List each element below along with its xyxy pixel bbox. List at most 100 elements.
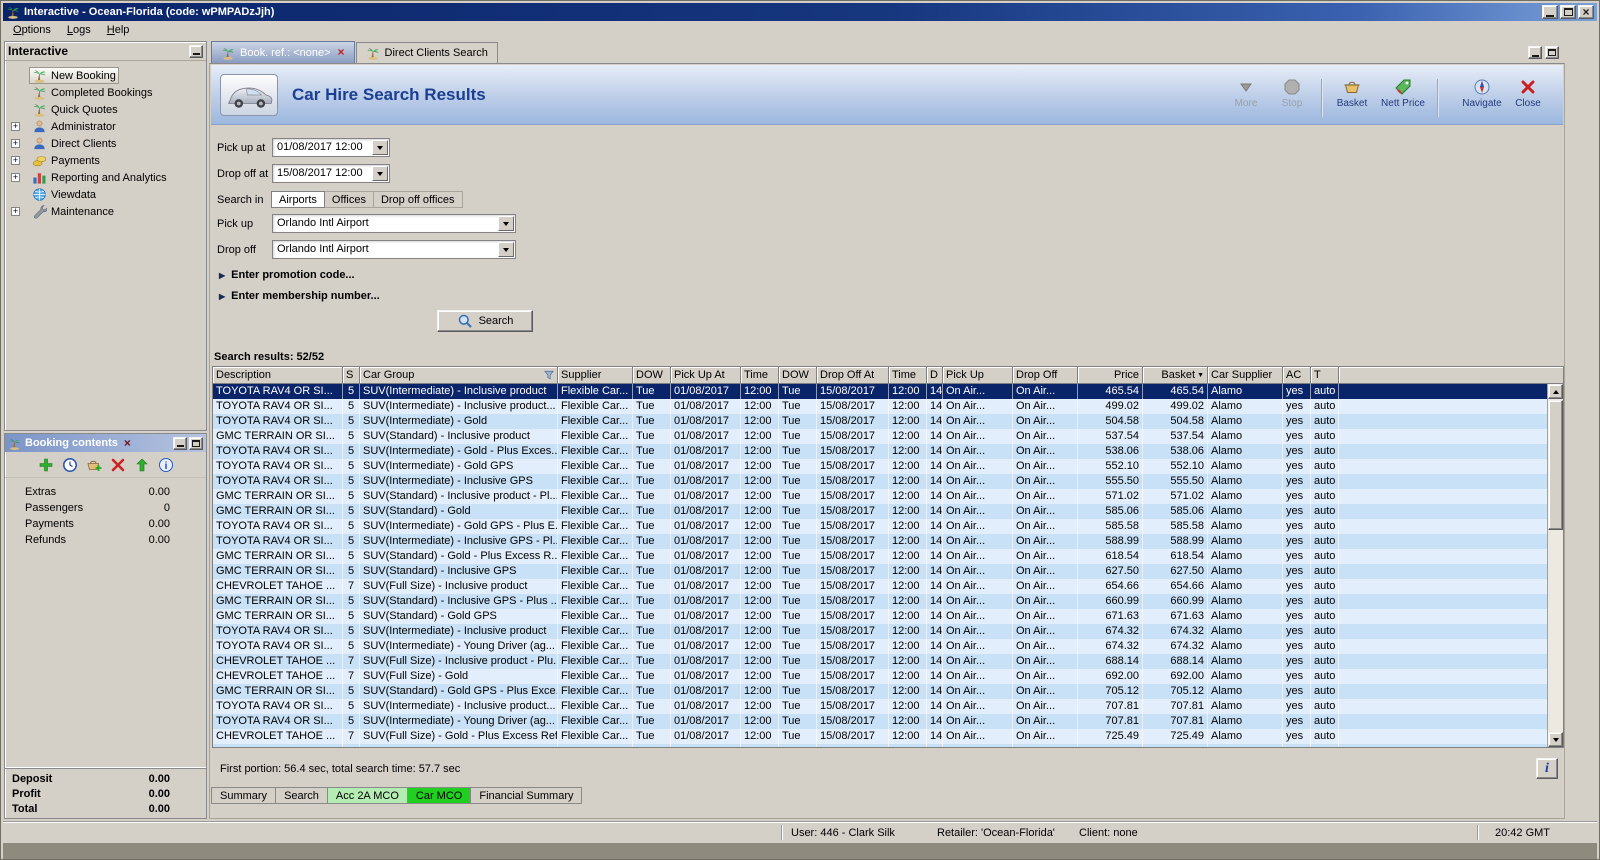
search-in-offices-tab[interactable]: Offices — [323, 191, 374, 208]
result-row-15[interactable]: GMC TERRAIN OR SI... 5 SUV(Standard) - Inc… — [213, 594, 1547, 609]
column-header-dow-7[interactable]: DOW — [779, 367, 817, 384]
move-up-button[interactable] — [134, 457, 150, 473]
pickup-at-combo[interactable]: 01/08/2017 12:00 — [272, 138, 390, 157]
result-row-8[interactable]: GMC TERRAIN OR SI... 5 SUV(Standard) - Inc… — [213, 489, 1547, 504]
booking-contents-header[interactable]: Booking contents × — [5, 434, 206, 452]
expand-icon[interactable]: + — [11, 139, 20, 148]
result-row-7[interactable]: TOYOTA RAV4 OR SI... 5 SUV(Intermediate) -… — [213, 474, 1547, 489]
column-header-drop-off-12[interactable]: Drop Off — [1013, 367, 1078, 384]
sidebar-item-completed-bookings[interactable]: Completed Bookings — [5, 84, 206, 101]
sidebar-item-viewdata[interactable]: Viewdata — [5, 186, 206, 203]
column-header-t-17[interactable]: T — [1311, 367, 1339, 384]
stop-button[interactable]: Stop — [1269, 78, 1315, 109]
sidebar-item-direct-clients[interactable]: + Direct Clients — [5, 135, 206, 152]
sidebar-item-payments[interactable]: + Payments — [5, 152, 206, 169]
column-header-time-9[interactable]: Time — [889, 367, 927, 384]
dropoff-location-combo[interactable]: Orlando Intl Airport — [272, 240, 516, 259]
column-header-ac-16[interactable]: AC — [1283, 367, 1311, 384]
result-row-20[interactable]: CHEVROLET TAHOE ... 7 SUV(Full Size) - Gol… — [213, 669, 1547, 684]
result-row-6[interactable]: TOYOTA RAV4 OR SI... 5 SUV(Intermediate) -… — [213, 459, 1547, 474]
column-header-car-group-2[interactable]: Car Group — [360, 367, 558, 384]
remove-item-button[interactable] — [110, 457, 126, 473]
expand-icon[interactable]: + — [11, 122, 20, 131]
membership-number-expander[interactable]: ▶ Enter membership number... — [219, 290, 380, 302]
column-header-price-13[interactable]: Price — [1078, 367, 1143, 384]
menu-options[interactable]: Options — [5, 22, 59, 38]
column-header-pick-up-at-5[interactable]: Pick Up At — [671, 367, 741, 384]
minimize-document-button[interactable] — [1528, 46, 1542, 59]
tab-close-icon[interactable]: × — [338, 46, 345, 58]
result-row-11[interactable]: TOYOTA RAV4 OR SI... 5 SUV(Intermediate) -… — [213, 534, 1547, 549]
dropdown-button[interactable] — [498, 216, 514, 231]
dropdown-button[interactable] — [372, 166, 388, 181]
result-row-22[interactable]: TOYOTA RAV4 OR SI... 5 SUV(Intermediate) -… — [213, 699, 1547, 714]
dropdown-button[interactable] — [372, 140, 388, 155]
history-button[interactable] — [62, 457, 78, 473]
search-in-drop-off-offices-tab[interactable]: Drop off offices — [372, 191, 463, 208]
tab-direct-clients-search[interactable]: Direct Clients Search — [355, 42, 498, 63]
add-to-basket-button[interactable] — [86, 457, 102, 473]
expand-icon[interactable]: + — [11, 207, 20, 216]
restore-document-button[interactable] — [1545, 46, 1559, 59]
tab-car-mco[interactable]: Car MCO — [406, 787, 472, 804]
result-row-21[interactable]: GMC TERRAIN OR SI... 5 SUV(Standard) - Gol… — [213, 684, 1547, 699]
basket-button[interactable]: Basket — [1329, 78, 1375, 109]
column-header-s-1[interactable]: S — [343, 367, 360, 384]
tab-financial-summary[interactable]: Financial Summary — [470, 787, 583, 804]
search-button[interactable]: Search — [437, 310, 533, 332]
column-header-d-10[interactable]: D — [927, 367, 943, 384]
menu-logs[interactable]: Logs — [59, 22, 99, 38]
search-in-airports-tab[interactable]: Airports — [271, 191, 325, 208]
maximize-window-button[interactable] — [1560, 5, 1576, 19]
result-row-2[interactable]: TOYOTA RAV4 OR SI... 5 SUV(Intermediate) -… — [213, 399, 1547, 414]
scrollbar-down-button[interactable] — [1548, 732, 1563, 747]
minimize-booking-contents-button[interactable] — [173, 436, 187, 450]
minimize-window-button[interactable] — [1542, 5, 1558, 19]
filter-icon[interactable] — [544, 370, 554, 380]
result-row-25[interactable] — [213, 744, 1547, 747]
result-row-4[interactable]: GMC TERRAIN OR SI... 5 SUV(Standard) - Inc… — [213, 429, 1547, 444]
collapse-sidebar-button[interactable] — [189, 44, 203, 58]
column-header-dow-4[interactable]: DOW — [633, 367, 671, 384]
add-item-button[interactable] — [38, 457, 54, 473]
result-row-18[interactable]: TOYOTA RAV4 OR SI... 5 SUV(Intermediate) -… — [213, 639, 1547, 654]
result-row-19[interactable]: CHEVROLET TAHOE ... 7 SUV(Full Size) - Inc… — [213, 654, 1547, 669]
result-row-5[interactable]: TOYOTA RAV4 OR SI... 5 SUV(Intermediate) -… — [213, 444, 1547, 459]
result-row-16[interactable]: GMC TERRAIN OR SI... 5 SUV(Standard) - Gol… — [213, 609, 1547, 624]
column-header-supplier-3[interactable]: Supplier — [558, 367, 633, 384]
result-row-13[interactable]: GMC TERRAIN OR SI... 5 SUV(Standard) - Inc… — [213, 564, 1547, 579]
item-info-button[interactable]: i — [158, 457, 174, 473]
title-bar[interactable]: Interactive - Ocean-Florida (code: wPMPA… — [3, 3, 1597, 21]
result-row-12[interactable]: GMC TERRAIN OR SI... 5 SUV(Standard) - Gol… — [213, 549, 1547, 564]
column-header-time-6[interactable]: Time — [741, 367, 779, 384]
info-button[interactable]: i — [1536, 758, 1558, 779]
table-vertical-scrollbar[interactable] — [1547, 384, 1563, 747]
expand-icon[interactable]: + — [11, 173, 20, 182]
restore-booking-contents-button[interactable] — [189, 436, 203, 450]
close-window-button[interactable]: × — [1578, 5, 1594, 19]
sidebar-item-maintenance[interactable]: + Maintenance — [5, 203, 206, 220]
dropdown-button[interactable] — [498, 242, 514, 257]
menu-help[interactable]: Help — [99, 22, 138, 38]
column-header-drop-off-at-8[interactable]: Drop Off At — [817, 367, 889, 384]
sidebar-item-administrator[interactable]: + Administrator — [5, 118, 206, 135]
sidebar-item-new-booking[interactable]: New Booking — [5, 67, 206, 84]
scrollbar-thumb[interactable] — [1548, 400, 1563, 530]
result-row-17[interactable]: TOYOTA RAV4 OR SI... 5 SUV(Intermediate) -… — [213, 624, 1547, 639]
scrollbar-up-button[interactable] — [1548, 384, 1563, 399]
close-booking-contents-icon[interactable]: × — [124, 437, 131, 449]
result-row-1[interactable]: TOYOTA RAV4 OR SI... 5 SUV(Intermediate) -… — [213, 384, 1547, 399]
result-row-10[interactable]: TOYOTA RAV4 OR SI... 5 SUV(Intermediate) -… — [213, 519, 1547, 534]
result-row-24[interactable]: CHEVROLET TAHOE ... 7 SUV(Full Size) - Gol… — [213, 729, 1547, 744]
promotion-code-expander[interactable]: ▶ Enter promotion code... — [219, 269, 355, 281]
expand-icon[interactable]: + — [11, 156, 20, 165]
result-row-9[interactable]: GMC TERRAIN OR SI... 5 SUV(Standard) - Gol… — [213, 504, 1547, 519]
nett-price-button[interactable]: Nett Price — [1375, 78, 1431, 109]
pickup-location-combo[interactable]: Orlando Intl Airport — [272, 214, 516, 233]
sidebar-item-reporting-and-analytics[interactable]: + Reporting and Analytics — [5, 169, 206, 186]
navigate-button[interactable]: Navigate — [1459, 78, 1505, 109]
dropoff-at-combo[interactable]: 15/08/2017 12:00 — [272, 164, 390, 183]
result-row-14[interactable]: CHEVROLET TAHOE ... 7 SUV(Full Size) - Inc… — [213, 579, 1547, 594]
result-row-23[interactable]: TOYOTA RAV4 OR SI... 5 SUV(Intermediate) -… — [213, 714, 1547, 729]
close-panel-button[interactable]: Close — [1505, 78, 1551, 109]
